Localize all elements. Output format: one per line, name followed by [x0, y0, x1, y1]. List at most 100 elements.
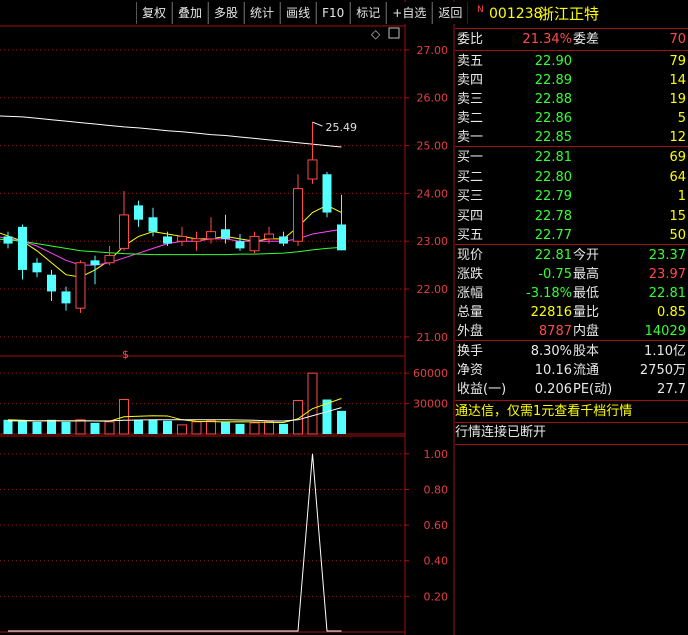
- quote-panel: N 001238 浙江正特 委比 21.34% 委差 70 卖五 22.90 79 卖…: [455, 0, 688, 635]
- quote-value: 0.85: [657, 305, 686, 320]
- quote-value: 14029: [644, 324, 686, 339]
- quote-label: 最高: [573, 267, 600, 282]
- price-tick-label: 26.00: [417, 92, 449, 105]
- volume-bar: [134, 419, 143, 434]
- toolbar-button-1[interactable]: 叠加: [172, 2, 209, 24]
- candle-body: [307, 159, 318, 180]
- toolbar-button-4[interactable]: 画线: [280, 2, 317, 24]
- weicha-label: 委差: [573, 32, 600, 47]
- price-tick-label: 25.00: [417, 140, 449, 153]
- toolbar-button-7[interactable]: +自选: [386, 2, 433, 24]
- volume-ma-line: [7, 398, 342, 424]
- volume-bar: [337, 410, 346, 434]
- bid-row: 买三 22.79 1: [455, 186, 688, 207]
- webi-label: 委比: [457, 32, 484, 47]
- bid-price: 22.81: [534, 150, 572, 165]
- volume-bar: [18, 420, 27, 434]
- ask-label: 卖三: [457, 92, 484, 107]
- price-tick-label: 22.00: [417, 283, 449, 296]
- finance-value: 27.7: [657, 382, 686, 397]
- bid-volume: 1: [677, 189, 686, 204]
- candle-body: [47, 274, 56, 292]
- volume-bar: [221, 421, 230, 434]
- quote-value: 23.37: [648, 248, 686, 263]
- volume-bar: [177, 424, 187, 435]
- toolbar-button-5[interactable]: F10: [316, 2, 351, 24]
- bid-price: 22.79: [534, 189, 572, 204]
- ad-banner[interactable]: 通达信，仅需1元查看千档行情: [455, 402, 688, 422]
- indicator-tick-label: 0.80: [424, 483, 449, 496]
- finance-value: 10.16: [534, 363, 572, 378]
- ask-volume: 5: [677, 111, 686, 126]
- bid-row: 买二 22.80 64: [455, 167, 688, 188]
- indicator-chart: [8, 453, 342, 632]
- candle-body: [322, 174, 332, 213]
- quote-label: 总量: [457, 305, 484, 320]
- bid-price: 22.78: [534, 208, 572, 224]
- window-icon[interactable]: [388, 27, 400, 39]
- ask-volume: 14: [669, 73, 686, 88]
- quote-label: 涨跌: [457, 267, 484, 282]
- ask-label: 卖二: [457, 111, 484, 126]
- finance-label: 股本: [573, 344, 600, 359]
- ask-price: 22.90: [534, 54, 572, 69]
- volume-bar: [307, 372, 318, 435]
- quote-value: 22.81: [648, 286, 686, 301]
- connection-status: 行情连接已断开: [455, 425, 547, 440]
- finance-value: 8.30%: [530, 344, 572, 359]
- volume-tick-label: 60000: [413, 367, 448, 380]
- candle-body: [75, 262, 86, 309]
- volume-chart: [3, 372, 346, 435]
- candle-body: [235, 241, 245, 249]
- bid-row: 买四 22.78 15: [455, 206, 688, 227]
- ask-row: 卖一 22.85 12: [455, 127, 688, 148]
- ask-label: 卖一: [457, 130, 484, 145]
- kline-chart-area[interactable]: 25.49 27.00 26.00 25.00 24.00 23.00 22.00 21.0…: [0, 0, 455, 635]
- quote-value: 8787: [538, 324, 572, 339]
- quote-value: -3.18%: [526, 286, 572, 301]
- price-tick-label: 21.00: [417, 331, 449, 344]
- volume-bar: [191, 421, 202, 435]
- candle-body: [32, 262, 42, 273]
- bid-row: 买一 22.81 69: [455, 147, 688, 168]
- indicator-tick-label: 1.00: [424, 448, 449, 461]
- quote-row: 外盘 8787 内盘 14029: [455, 321, 688, 342]
- toolbar-button-6[interactable]: 标记: [350, 2, 387, 24]
- diamond-icon[interactable]: ◇: [371, 27, 381, 41]
- finance-row: 净资 10.16 流通 2750万: [455, 360, 688, 381]
- ask-row: 卖五 22.90 79: [455, 51, 688, 72]
- volume-bar: [3, 419, 13, 434]
- quote-label: 今开: [573, 248, 600, 263]
- bid-label: 买一: [457, 150, 484, 165]
- chart-toolbar: 复权 叠加 多股 统计 画线 F10 标记 +自选 返回: [136, 2, 469, 24]
- candle-body: [177, 235, 187, 242]
- finance-row: 收益(一) 0.206 PE(动) 27.7: [455, 379, 688, 400]
- stock-name: 浙江正特: [539, 5, 600, 23]
- volume-bar: [163, 420, 172, 434]
- candle-body: [18, 226, 27, 270]
- candle-body: [3, 236, 13, 244]
- finance-value: 0.206: [534, 382, 572, 397]
- candle-body: [61, 291, 71, 304]
- candle-body: [206, 231, 216, 240]
- volume-bar: [75, 419, 86, 435]
- volume-ma-line: [8, 407, 342, 422]
- quote-value: 22.81: [534, 248, 572, 263]
- finance-value: 2750万: [639, 363, 686, 378]
- candle-body: [249, 235, 260, 252]
- toolbar-button-0[interactable]: 复权: [136, 2, 173, 24]
- high-annotation: 25.49: [326, 121, 358, 134]
- volume-bar: [249, 422, 260, 435]
- ask-row: 卖三 22.88 19: [455, 89, 688, 110]
- quote-value: 22816: [530, 305, 572, 320]
- ask-volume: 19: [669, 92, 686, 107]
- candle-body: [293, 188, 303, 242]
- quote-row: 涨幅 -3.18% 最低 22.81: [455, 283, 688, 304]
- weicha-value: 70: [669, 32, 686, 47]
- order-ratio-row: 委比 21.34% 委差 70: [455, 29, 688, 50]
- ask-price: 22.88: [534, 92, 572, 107]
- toolbar-button-2[interactable]: 多股: [208, 2, 245, 24]
- toolbar-button-3[interactable]: 统计: [244, 2, 281, 24]
- volume-tick-label: 30000: [413, 398, 448, 411]
- dollar-marker-icon: $: [122, 348, 129, 361]
